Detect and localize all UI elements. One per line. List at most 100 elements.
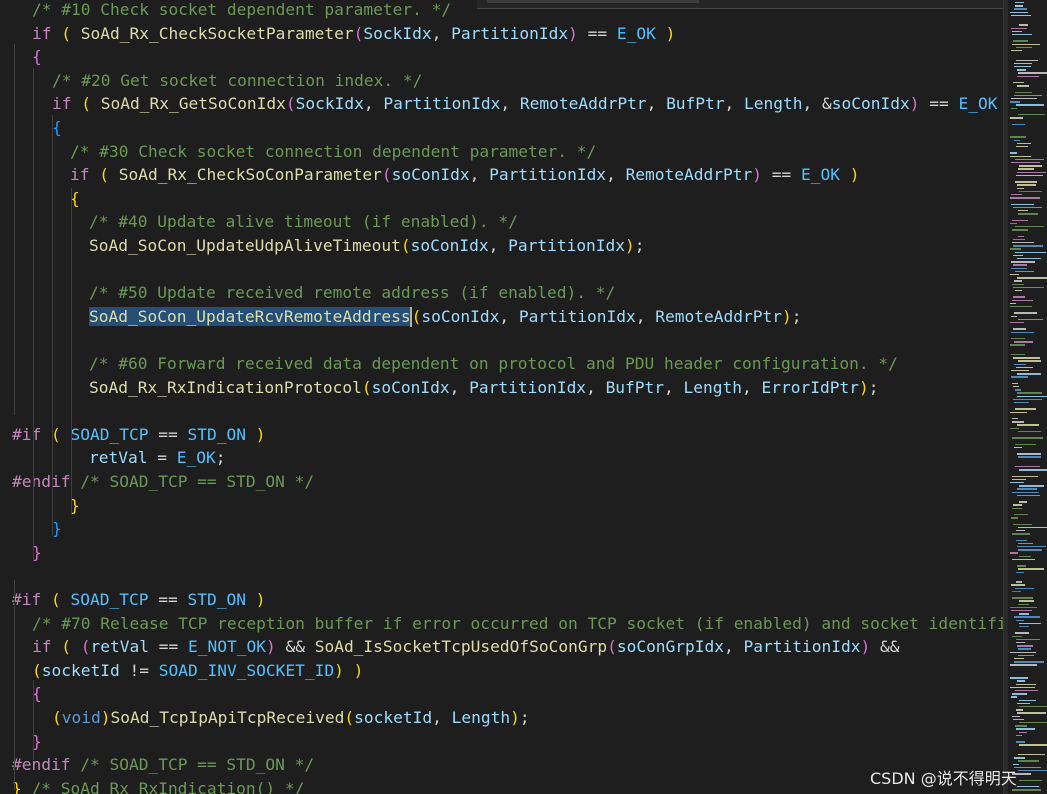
code-line[interactable]: } /* SoAd_Rx_RxIndication() */ bbox=[12, 777, 304, 794]
code-line[interactable]: /* #50 Update received remote address (i… bbox=[89, 281, 615, 305]
minimap-line bbox=[1014, 757, 1025, 759]
code-line[interactable]: } bbox=[52, 517, 62, 541]
indent-guide bbox=[14, 580, 15, 790]
minimap-line bbox=[1012, 283, 1024, 285]
minimap-line bbox=[1014, 94, 1042, 97]
minimap-line bbox=[1012, 507, 1022, 509]
minimap-line bbox=[1012, 382, 1018, 385]
minimap-line bbox=[1015, 2, 1024, 4]
minimap-line bbox=[1018, 542, 1033, 545]
minimap-line bbox=[1012, 635, 1022, 637]
minimap-line bbox=[1014, 658, 1024, 660]
minimap-line bbox=[1010, 101, 1020, 103]
code-line[interactable]: /* #10 Check socket dependent parameter.… bbox=[32, 0, 451, 22]
minimap-line bbox=[1018, 360, 1041, 362]
code-line[interactable]: if ( SoAd_Rx_CheckSoConParameter(soConId… bbox=[70, 163, 860, 187]
minimap-line bbox=[1015, 389, 1021, 391]
code-editor[interactable]: /* #10 Check socket dependent parameter.… bbox=[0, 0, 1003, 794]
minimap-line bbox=[1017, 645, 1033, 647]
code-line[interactable]: (void)SoAd_TcpIpApiTcpReceived(socketId,… bbox=[52, 706, 530, 730]
minimap-line bbox=[1016, 366, 1033, 369]
minimap-line bbox=[1011, 315, 1017, 317]
minimap-line bbox=[1011, 370, 1029, 372]
code-line[interactable]: retVal = E_OK; bbox=[89, 446, 225, 470]
minimap-line bbox=[1014, 8, 1027, 10]
code-line[interactable]: if ( (retVal == E_NOT_OK) && SoAd_IsSock… bbox=[32, 635, 899, 659]
minimap-line bbox=[1011, 331, 1034, 333]
minimap-line bbox=[1010, 117, 1023, 119]
minimap-line bbox=[1013, 523, 1032, 525]
code-line[interactable]: #if ( SOAD_TCP == STD_ON ) bbox=[12, 423, 265, 447]
code-line[interactable]: #endif /* SOAD_TCP == STD_ON */ bbox=[12, 753, 314, 777]
code-line[interactable]: /* #30 Check socket connection dependent… bbox=[70, 140, 596, 164]
minimap-line bbox=[1018, 754, 1045, 756]
minimap-line bbox=[1013, 386, 1019, 388]
minimap-line bbox=[1013, 40, 1028, 42]
minimap-line bbox=[1015, 632, 1029, 634]
minimap-line bbox=[1018, 568, 1044, 570]
minimap-line bbox=[1018, 318, 1043, 321]
selected-text: SoAd_SoCon_UpdateRcvRemoteAddress bbox=[89, 306, 411, 326]
minimap-line bbox=[1014, 766, 1041, 769]
minimap-line bbox=[1016, 104, 1044, 106]
minimap-line bbox=[1012, 242, 1034, 244]
minimap-line bbox=[1016, 642, 1025, 644]
code-line[interactable]: SoAd_SoCon_UpdateRcvRemoteAddress(soConI… bbox=[89, 305, 801, 329]
minimap-line bbox=[1015, 466, 1040, 468]
minimap-line bbox=[1017, 142, 1031, 145]
code-line[interactable]: #if ( SOAD_TCP == STD_ON ) bbox=[12, 588, 265, 612]
code-line[interactable]: SoAd_Rx_RxIndicationProtocol(soConIdx, P… bbox=[89, 376, 879, 400]
code-line[interactable]: #endif /* SOAD_TCP == STD_ON */ bbox=[12, 470, 314, 494]
minimap-line bbox=[1019, 190, 1042, 193]
code-line[interactable]: { bbox=[32, 45, 42, 69]
minimap-line bbox=[1016, 683, 1036, 685]
minimap-line bbox=[1010, 155, 1031, 157]
minimap-line bbox=[1015, 181, 1037, 183]
minimap-line bbox=[1016, 638, 1040, 641]
minimap-line bbox=[1013, 286, 1044, 289]
indent-guide bbox=[14, 44, 15, 415]
minimap-line bbox=[1017, 395, 1047, 397]
minimap-line bbox=[1010, 482, 1024, 484]
minimap-line bbox=[1015, 5, 1023, 7]
minimap-line bbox=[1016, 571, 1024, 573]
minimap-line bbox=[1018, 114, 1045, 116]
code-line[interactable]: { bbox=[52, 116, 62, 140]
minimap-line bbox=[1019, 600, 1034, 602]
minimap-line bbox=[1018, 456, 1041, 458]
code-line[interactable]: /* #70 Release TCP reception buffer if e… bbox=[32, 612, 1003, 636]
minimap-line bbox=[1017, 187, 1024, 189]
code-line[interactable]: SoAd_SoCon_UpdateUdpAliveTimeout(soConId… bbox=[89, 234, 645, 258]
minimap-line bbox=[1010, 152, 1017, 154]
code-line[interactable]: /* #60 Forward received data dependent o… bbox=[89, 352, 898, 376]
code-line[interactable]: /* #40 Update alive timeout (if enabled)… bbox=[89, 210, 518, 234]
minimap-line bbox=[1019, 699, 1036, 701]
minimap-line bbox=[1016, 709, 1023, 711]
minimap-line bbox=[1012, 693, 1027, 695]
minimap-line bbox=[1017, 494, 1040, 497]
minimap-line bbox=[1016, 146, 1028, 148]
minimap-line bbox=[1018, 430, 1041, 433]
minimap-line bbox=[1011, 98, 1037, 100]
code-line[interactable]: if ( SoAd_Rx_GetSoConIdx(SockIdx, Partit… bbox=[52, 92, 1003, 116]
code-line[interactable]: if ( SoAd_Rx_CheckSocketParameter(SockId… bbox=[32, 22, 675, 46]
minimap-line bbox=[1018, 213, 1038, 215]
code-line[interactable]: /* #20 Get socket connection index. */ bbox=[52, 69, 422, 93]
indent-guide bbox=[33, 680, 34, 760]
minimap-line bbox=[1010, 248, 1021, 250]
minimap-line bbox=[1012, 418, 1018, 420]
find-input[interactable] bbox=[487, 0, 699, 3]
minimap-line bbox=[1015, 158, 1044, 161]
find-widget[interactable] bbox=[477, 0, 1012, 9]
minimap-line bbox=[1017, 69, 1026, 71]
minimap-line bbox=[1019, 779, 1042, 781]
code-line[interactable]: (socketId != SOAD_INV_SOCKET_ID) ) bbox=[32, 659, 363, 683]
minimap-line bbox=[1015, 408, 1036, 410]
minimap-line bbox=[1016, 539, 1027, 541]
minimap[interactable] bbox=[1008, 0, 1047, 794]
minimap-line bbox=[1012, 491, 1039, 493]
indent-guide bbox=[33, 68, 34, 560]
minimap-line bbox=[1017, 786, 1039, 788]
minimap-line bbox=[1014, 139, 1020, 141]
minimap-line bbox=[1016, 734, 1022, 737]
